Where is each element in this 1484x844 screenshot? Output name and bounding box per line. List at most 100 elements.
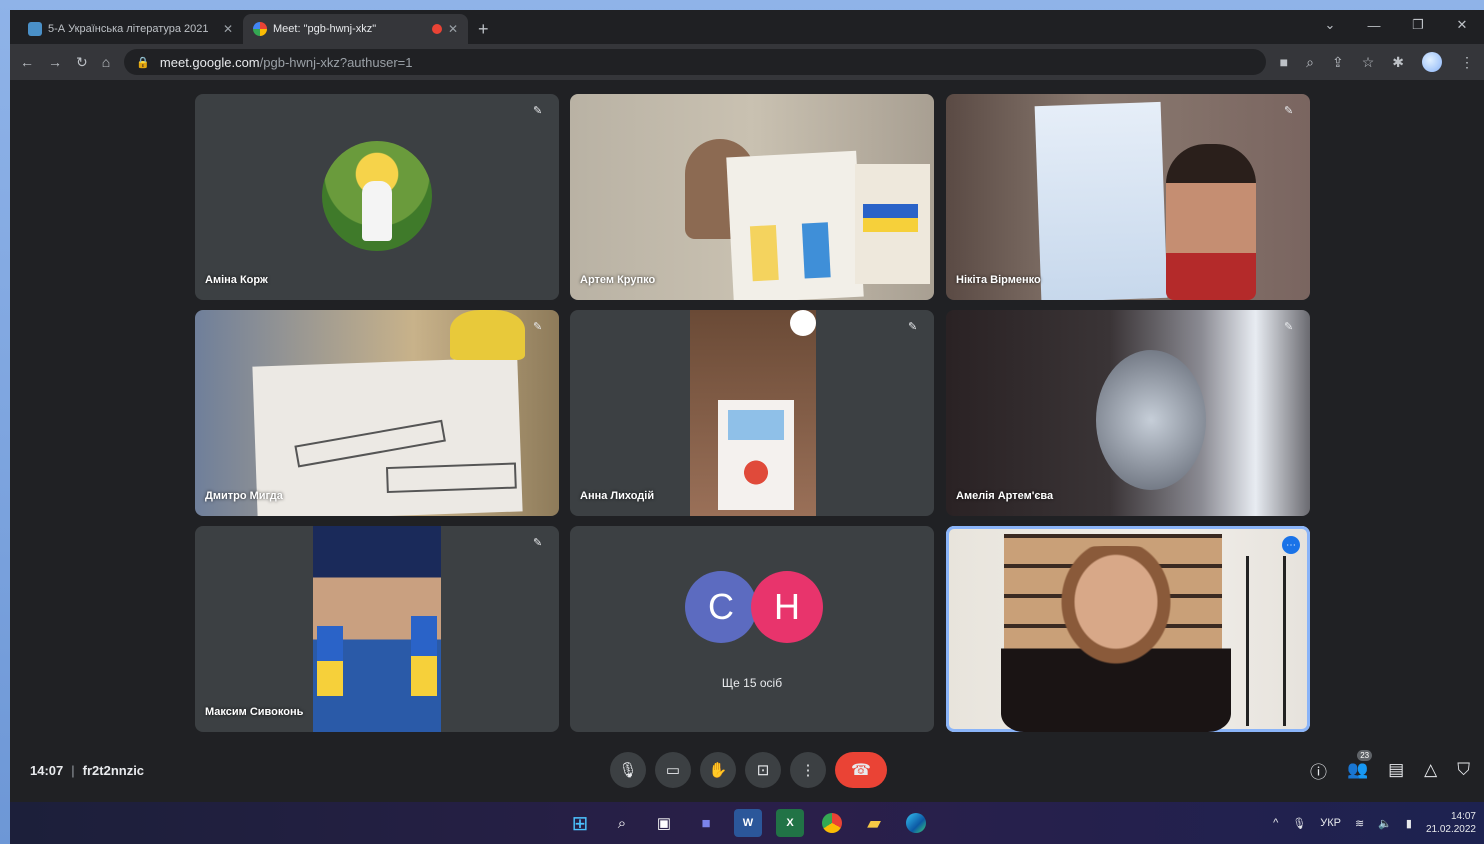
profile-avatar[interactable] xyxy=(1422,52,1442,72)
chat-app-icon[interactable]: ■ xyxy=(692,809,720,837)
tab-meet[interactable]: Meet: "pgb-hwnj-xkz" ✕ xyxy=(243,14,468,44)
clock-time: 14:07 xyxy=(1450,811,1476,822)
chevron-up-icon[interactable]: ^ xyxy=(1273,817,1278,829)
people-button[interactable]: 👥 23 xyxy=(1346,750,1373,780)
word-icon[interactable]: W xyxy=(734,809,762,837)
meet-icon xyxy=(253,22,267,36)
wifi-icon[interactable]: ≋ xyxy=(1355,817,1364,830)
participant-tile[interactable]: ✎ Амелія Артем'єва xyxy=(946,310,1310,516)
participant-tile[interactable]: ✎ Дмитро Мигда xyxy=(195,310,559,516)
muted-mic-icon: ✎ xyxy=(533,105,543,117)
tab-search-icon[interactable]: ⌄ xyxy=(1308,17,1352,33)
share-icon[interactable]: ⇪ xyxy=(1332,54,1344,71)
system-tray: ^ 🎙 УКР ≋ 🔈 ▮ 14:07 21.02.2022 xyxy=(1273,810,1476,836)
camera-icon: ▭ xyxy=(665,762,681,779)
camera-in-use-icon[interactable]: ■ xyxy=(1280,54,1288,70)
people-icon: 👥 xyxy=(1346,760,1369,779)
meeting-info: 14:07 | fr2t2nnzic xyxy=(30,763,144,778)
meeting-code: fr2t2nnzic xyxy=(82,762,145,778)
meeting-time: 14:07 xyxy=(30,762,64,778)
camera-button[interactable]: ▭ xyxy=(655,752,691,788)
end-call-button[interactable]: ☎ xyxy=(835,752,887,788)
lock-icon[interactable]: 🔒 xyxy=(136,56,150,69)
participant-tile[interactable]: ✎ Аміна Корж xyxy=(195,94,559,300)
more-vert-icon: ⋮ xyxy=(800,762,816,779)
muted-mic-icon: ✎ xyxy=(1284,105,1294,117)
participant-tile[interactable]: ✎ Нікіта Вірменко xyxy=(946,94,1310,300)
address-bar[interactable]: 🔒 meet.google.com /pgb-hwnj-xkz?authuser… xyxy=(124,49,1266,75)
window-controls: ⌄ — ❐ ✕ xyxy=(1308,10,1484,40)
clock-date: 21.02.2022 xyxy=(1425,824,1476,835)
start-icon[interactable]: ⊞ xyxy=(566,809,594,837)
muted-mic-icon: ✎ xyxy=(908,321,918,333)
participant-tile[interactable]: Артем Крупко xyxy=(570,94,934,300)
close-window-icon[interactable]: ✕ xyxy=(1440,17,1484,33)
more-options-button[interactable]: ⋮ xyxy=(790,752,826,788)
new-tab-button[interactable]: + xyxy=(468,14,499,44)
battery-icon[interactable]: ▮ xyxy=(1406,817,1412,830)
forward-icon[interactable]: → xyxy=(48,54,62,70)
toolbar-actions: ■ ⌕ ⇪ ☆ ✱ ⋮ xyxy=(1280,52,1474,72)
others-tile[interactable]: C H Ще 15 осіб xyxy=(570,526,934,732)
bookmark-star-icon[interactable]: ☆ xyxy=(1362,54,1375,71)
participant-avatar xyxy=(322,141,432,251)
participant-name: Максим Сивоконь xyxy=(205,706,304,718)
present-button[interactable]: ⊡ xyxy=(745,752,781,788)
participant-name: Анна Лиходій xyxy=(580,490,655,502)
meet-control-bar: 14:07 | fr2t2nnzic 🎙 ▭ ✋ ⊡ ⋮ ☎ ⓘ 👥 23 ▤ … xyxy=(10,742,1484,798)
chat-icon[interactable]: ▤ xyxy=(1388,760,1404,780)
language-indicator[interactable]: УКР xyxy=(1320,817,1341,829)
search-icon[interactable]: ⌕ xyxy=(608,809,636,837)
muted-mic-icon: ✎ xyxy=(533,321,543,333)
video-feed xyxy=(313,526,441,732)
edge-icon[interactable] xyxy=(902,809,930,837)
participant-tile[interactable]: ✎ Максим Сивоконь xyxy=(195,526,559,732)
screen: 5-А Українська література 2021 ✕ Meet: "… xyxy=(10,10,1484,844)
mic-icon: 🎙 xyxy=(618,762,638,779)
tab-title: 5-А Українська література 2021 xyxy=(48,23,209,35)
tab-title: Meet: "pgb-hwnj-xkz" xyxy=(273,23,377,35)
reload-icon[interactable]: ↻ xyxy=(76,54,88,71)
file-explorer-icon[interactable]: ▰ xyxy=(860,809,888,837)
activities-icon[interactable]: △ xyxy=(1424,760,1437,780)
task-view-icon[interactable]: ▣ xyxy=(650,809,678,837)
video-drawing xyxy=(726,150,864,300)
more-options-icon[interactable]: ⋯ xyxy=(1282,536,1300,554)
minimize-icon[interactable]: — xyxy=(1352,18,1396,33)
url-path: /pgb-hwnj-xkz?authuser=1 xyxy=(259,54,413,70)
separator: | xyxy=(71,762,75,778)
video-hand xyxy=(1096,350,1206,490)
host-controls-icon[interactable]: ⛉ xyxy=(1457,760,1470,780)
participant-name: Нікіта Вірменко xyxy=(956,274,1041,286)
chrome-icon[interactable] xyxy=(818,809,846,837)
video-lamp xyxy=(1246,556,1286,726)
back-icon[interactable]: ← xyxy=(20,54,34,70)
menu-icon[interactable]: ⋮ xyxy=(1460,54,1474,71)
mic-tray-icon[interactable]: 🎙 xyxy=(1292,817,1306,830)
volume-icon[interactable]: 🔈 xyxy=(1378,817,1392,830)
info-icon[interactable]: ⓘ xyxy=(1310,758,1327,783)
zoom-icon[interactable]: ⌕ xyxy=(1306,54,1314,71)
participants-count-badge: 23 xyxy=(1357,750,1373,761)
participant-tile-self[interactable]: ⋯ xyxy=(946,526,1310,732)
maximize-icon[interactable]: ❐ xyxy=(1396,17,1440,33)
microphone-button[interactable]: 🎙 xyxy=(610,752,646,788)
clock[interactable]: 14:07 21.02.2022 xyxy=(1426,810,1476,836)
participant-name: Аміна Корж xyxy=(205,274,268,286)
video-flag-drawing xyxy=(855,164,930,284)
raise-hand-button[interactable]: ✋ xyxy=(700,752,736,788)
browser-tab-strip: 5-А Українська література 2021 ✕ Meet: "… xyxy=(10,10,1484,44)
muted-mic-icon: ✎ xyxy=(533,537,543,549)
close-icon[interactable]: ✕ xyxy=(223,22,233,36)
call-controls: 🎙 ▭ ✋ ⊡ ⋮ ☎ xyxy=(610,752,887,788)
present-icon: ⊡ xyxy=(756,762,770,779)
tab-classroom[interactable]: 5-А Українська література 2021 ✕ xyxy=(18,14,243,44)
close-icon[interactable]: ✕ xyxy=(448,22,458,36)
participant-tile[interactable]: ✎ Анна Лиходій xyxy=(570,310,934,516)
video-crown xyxy=(450,310,525,360)
participant-name: Дмитро Мигда xyxy=(205,490,283,502)
excel-icon[interactable]: X xyxy=(776,809,804,837)
extensions-icon[interactable]: ✱ xyxy=(1392,54,1404,71)
home-icon[interactable]: ⌂ xyxy=(102,54,110,70)
classroom-icon xyxy=(28,22,42,36)
